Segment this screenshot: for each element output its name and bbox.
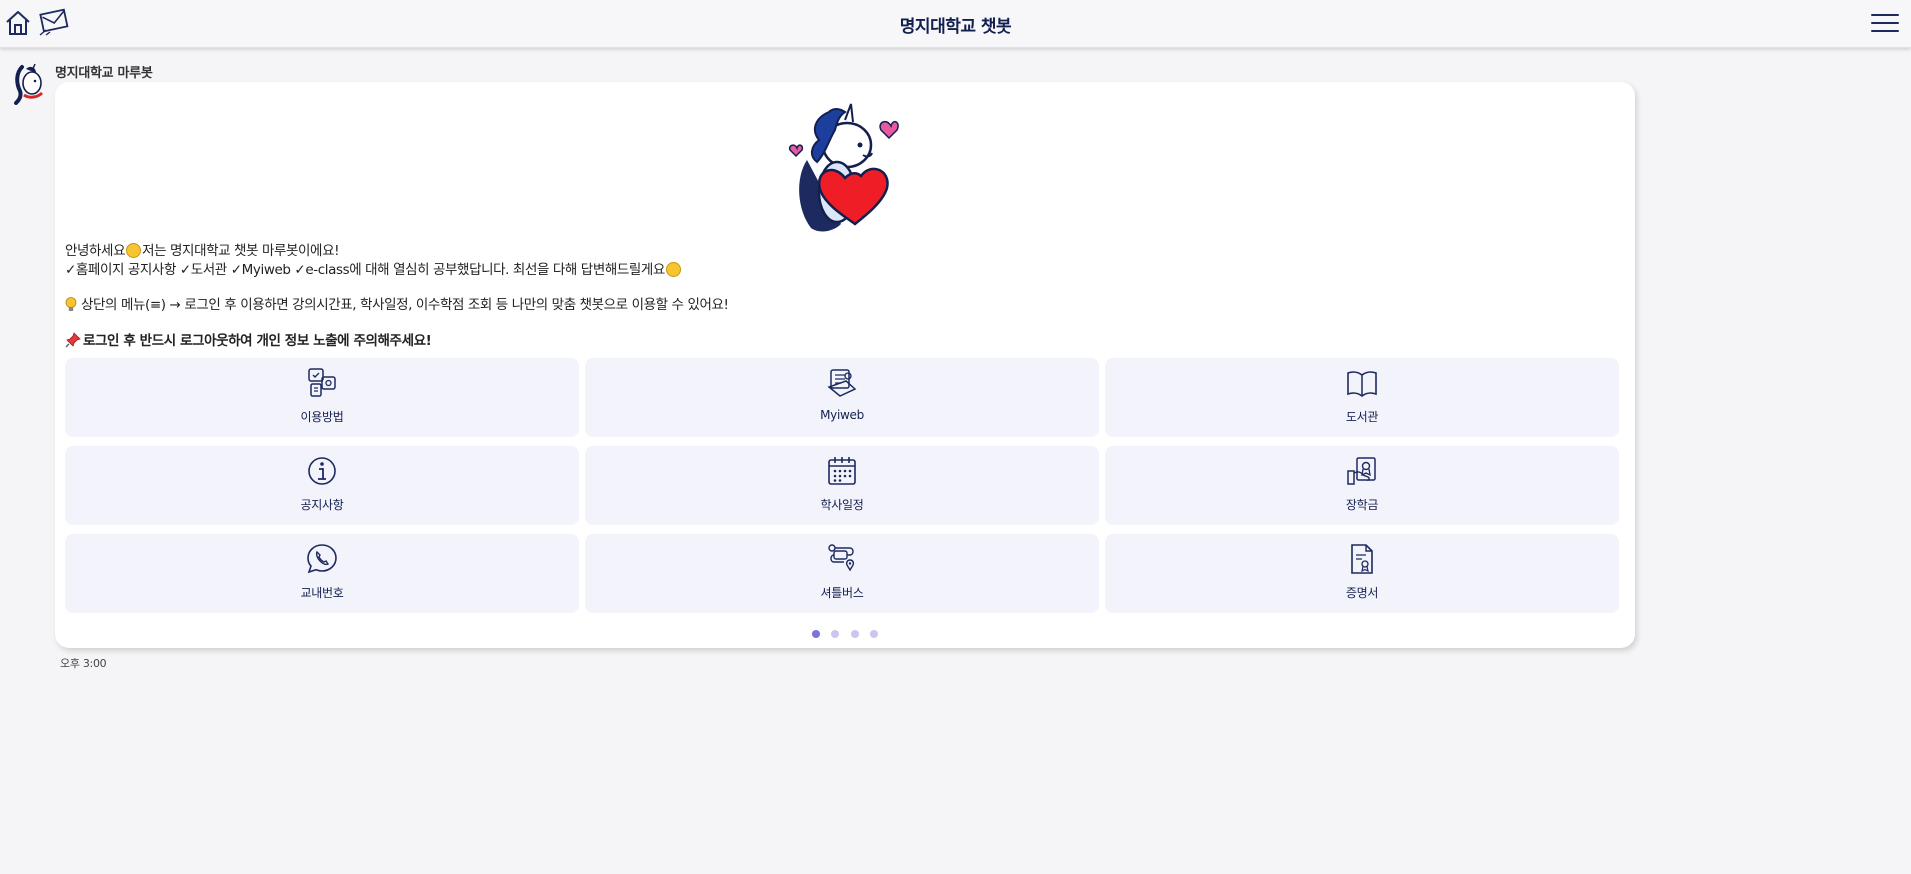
greeting-text: 안녕하세요 — [65, 243, 126, 259]
menu-tile-label: 도서관 — [1345, 410, 1379, 424]
logout-warning-line: 로그인 후 반드시 로그아웃하여 개인 정보 노출에 주의해주세요! — [65, 331, 1565, 351]
menu-tile-label: 이용방법 — [300, 410, 344, 424]
topics-text: ✓홈페이지 공지사항 ✓도서관 ✓Myiweb ✓e-class에 대해 열심히… — [65, 261, 665, 278]
info-icon — [308, 457, 336, 485]
phone-icon — [307, 544, 337, 574]
menu-tile-guide[interactable]: 이용방법 — [65, 358, 579, 437]
login-tip-text: 상단의 메뉴(≡) → 로그인 후 이용하면 강의시간표, 학사일정, 이수학점… — [81, 297, 729, 313]
certificate-icon — [1351, 544, 1373, 574]
pagination-dot-1[interactable] — [812, 630, 821, 638]
myiweb-icon — [827, 369, 857, 397]
login-tip-line: 상단의 메뉴(≡) → 로그인 후 이용하면 강의시간표, 학사일정, 이수학점… — [65, 296, 1565, 315]
bot-message-bubble: 안녕하세요 저는 명지대학교 챗봇 마루봇이에요! ✓홈페이지 공지사항 ✓도서관… — [55, 82, 1635, 648]
greeting-line: 안녕하세요 저는 명지대학교 챗봇 마루봇이에요! — [65, 242, 1565, 261]
menu-tile-myiweb[interactable]: Myiweb — [585, 358, 1099, 437]
top-header: 명지대학교 챗봇 — [0, 0, 1911, 48]
pagination-dot-4[interactable] — [869, 630, 878, 638]
carousel-pagination — [55, 623, 1635, 642]
menu-tile-certificate[interactable]: 증명서 — [1105, 534, 1619, 613]
scholarship-icon — [1347, 457, 1376, 485]
quick-menu-grid: 이용방법 Myiweb 도서관 공지사항 학사일정 장학금 교내번호 셔틀버스 … — [65, 358, 1621, 613]
smile-emoji-icon — [126, 243, 142, 258]
menu-tile-label: 셔틀버스 — [820, 586, 864, 600]
logout-warning-text: 로그인 후 반드시 로그아웃하여 개인 정보 노출에 주의해주세요! — [83, 332, 432, 349]
menu-tile-notice[interactable]: 공지사항 — [65, 446, 579, 525]
menu-tile-label: 학사일정 — [820, 498, 864, 512]
lightbulb-icon — [65, 297, 77, 311]
menu-tile-label: 장학금 — [1345, 498, 1379, 512]
pushpin-icon — [65, 331, 81, 348]
intro-text: 저는 명지대학교 챗봇 마루봇이에요! — [142, 243, 340, 259]
menu-tile-shuttle-bus[interactable]: 셔틀버스 — [585, 534, 1099, 613]
bot-avatar — [14, 63, 44, 105]
calendar-icon — [828, 457, 856, 485]
pagination-dot-2[interactable] — [831, 630, 840, 638]
bot-name: 명지대학교 마루봇 — [55, 66, 153, 81]
hamburger-menu-icon[interactable] — [1871, 14, 1899, 34]
unicorn-heart-mascot-image — [788, 103, 899, 232]
bot-message-text: 안녕하세요 저는 명지대학교 챗봇 마루봇이에요! ✓홈페이지 공지사항 ✓도서관… — [65, 242, 1565, 350]
menu-tile-scholarship[interactable]: 장학금 — [1105, 446, 1619, 525]
book-icon — [1347, 371, 1377, 397]
menu-tile-label: 공지사항 — [300, 498, 344, 512]
menu-tile-label: Myiweb — [820, 408, 864, 422]
menu-tile-academic-calendar[interactable]: 학사일정 — [585, 446, 1099, 525]
menu-tile-label: 증명서 — [1345, 586, 1379, 600]
topics-line: ✓홈페이지 공지사항 ✓도서관 ✓Myiweb ✓e-class에 대해 열심히… — [65, 261, 1565, 280]
menu-tile-library[interactable]: 도서관 — [1105, 358, 1619, 437]
guide-icon — [308, 368, 336, 397]
message-timestamp: 오후 3:00 — [60, 657, 107, 670]
pagination-dot-3[interactable] — [850, 630, 859, 638]
page-title: 명지대학교 챗봇 — [899, 17, 1012, 37]
menu-tile-campus-phone[interactable]: 교내번호 — [65, 534, 579, 613]
wink-emoji-icon — [665, 261, 681, 277]
bus-route-icon — [828, 544, 855, 572]
menu-tile-label: 교내번호 — [300, 586, 344, 600]
